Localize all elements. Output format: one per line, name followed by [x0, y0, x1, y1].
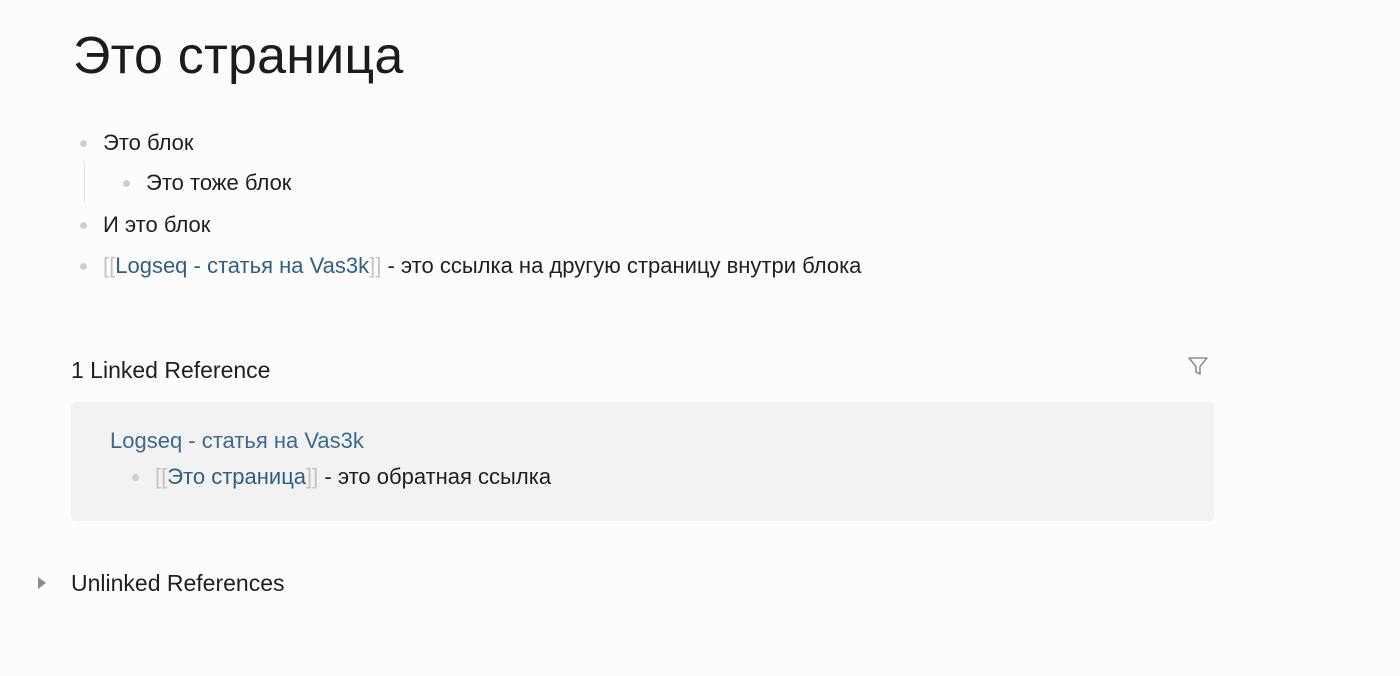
block-bullet[interactable]	[123, 179, 130, 187]
block-3[interactable]: [[Logseq - статья на Vas3k]] - это ссылк…	[80, 251, 861, 281]
caret-right-icon[interactable]	[38, 577, 46, 589]
block-1[interactable]: Это блок	[80, 128, 194, 158]
block-2[interactable]: И это блок	[80, 210, 210, 240]
page-reference-link[interactable]: Это страница	[167, 462, 306, 492]
bracket-close: ]]	[369, 253, 382, 278]
block-bullet[interactable]	[80, 262, 87, 270]
unlinked-references-toggle[interactable]: Unlinked References	[38, 568, 285, 598]
block-text[interactable]: - это ссылка на другую страницу внутри б…	[381, 251, 861, 281]
block-bullet[interactable]	[80, 139, 87, 147]
bracket-open: [[	[103, 253, 116, 278]
block-bullet[interactable]	[80, 221, 87, 229]
filter-icon[interactable]	[1186, 354, 1210, 378]
bracket-open: [[	[155, 464, 168, 489]
page-title[interactable]: Это страница	[73, 22, 404, 90]
page-reference-link[interactable]: Logseq - статья на Vas3k	[115, 251, 369, 281]
unlinked-references-title[interactable]: Unlinked References	[71, 568, 285, 598]
block-text[interactable]: И это блок	[103, 210, 210, 240]
block-text[interactable]: Это блок	[103, 128, 194, 158]
block-text[interactable]: - это обратная ссылка	[318, 462, 551, 492]
children-guide-line[interactable]	[84, 162, 85, 202]
block-text[interactable]: Это тоже блок	[146, 168, 291, 198]
block-bullet[interactable]	[132, 473, 139, 481]
page: Это страница Это блок Это тоже блок И эт…	[0, 0, 1400, 676]
reference-block[interactable]: [[Это страница]] - это обратная ссылка	[132, 462, 551, 492]
block-1-child[interactable]: Это тоже блок	[123, 168, 291, 198]
bracket-close: ]]	[306, 464, 319, 489]
reference-page-link[interactable]: Logseq - статья на Vas3k	[110, 426, 364, 456]
linked-reference-card: Logseq - статья на Vas3k [[Это страница]…	[71, 402, 1214, 521]
linked-references-title: 1 Linked Reference	[71, 357, 271, 383]
